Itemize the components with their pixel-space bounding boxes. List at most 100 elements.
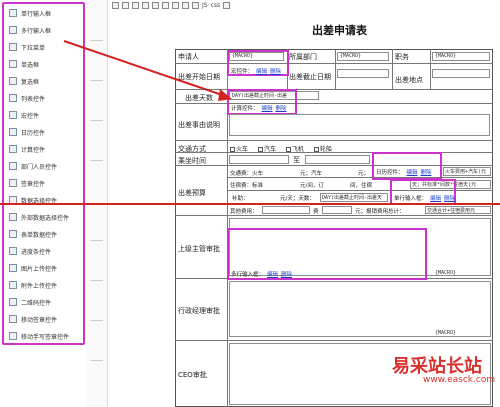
widget-item[interactable]: 表单数据控件 (9, 227, 83, 241)
bus-checkbox[interactable] (257, 147, 263, 152)
css-button[interactable]: css (211, 2, 221, 9)
list-icon (9, 94, 17, 102)
delete-link[interactable]: 删除 (276, 106, 287, 112)
special-char-icon[interactable] (182, 1, 189, 9)
reason-label: 出差事由说明 (178, 121, 220, 129)
department-field[interactable]: {MACRO} (337, 52, 389, 61)
ship-option: 轮船 (319, 146, 332, 153)
department-label: 所属部门 (289, 53, 317, 61)
fee-field[interactable] (322, 206, 352, 214)
mobile-handwrite-icon (9, 332, 17, 340)
widget-item[interactable]: 日历控件 (9, 125, 83, 139)
lodging-unit-1: 元/间，订 (300, 183, 324, 189)
widget-label: 二维码控件 (21, 299, 52, 307)
reason-field[interactable] (229, 114, 490, 136)
departure-end-field[interactable] (305, 155, 370, 164)
single-input-label: 单行输入框： (394, 196, 428, 202)
end-date-label: 出差截止日期 (289, 73, 331, 81)
widget-label: 单选框 (21, 61, 40, 69)
align-icon[interactable] (112, 1, 119, 9)
widget-item[interactable]: 外部数据选择控件 (9, 210, 83, 224)
column-divider (335, 49, 336, 89)
fee-label: 费 (313, 209, 319, 215)
department-icon (9, 162, 17, 170)
delete-link[interactable]: 删除 (281, 272, 292, 278)
widget-item[interactable]: 部门人员控件 (9, 159, 83, 173)
plane-checkbox[interactable] (285, 147, 291, 152)
form-title: 出差申请表 (312, 24, 367, 37)
row-divider (175, 140, 493, 141)
bus-option: 汽车 (263, 146, 276, 153)
image-upload-icon (9, 264, 17, 272)
budget-label: 出差预算 (178, 189, 206, 197)
location-field[interactable] (432, 69, 490, 78)
row-divider (175, 215, 493, 216)
multi-input-label: 多行输入框： (231, 272, 265, 278)
widget-label: 宏控件 (21, 112, 40, 120)
calendar-control-tag: 日历控件： 编辑 删除 (376, 168, 432, 176)
ship-checkbox[interactable] (313, 147, 319, 152)
qrcode-icon (9, 298, 17, 306)
delete-link[interactable]: 删除 (444, 196, 455, 202)
widget-item[interactable]: 移动手写签章控件 (9, 329, 83, 343)
column-divider (430, 49, 431, 89)
edit-link[interactable]: 编辑 (430, 196, 441, 202)
train-checkbox[interactable] (230, 147, 235, 152)
total-field[interactable]: 交通合计+住宿费用元 (425, 206, 491, 214)
end-date-field[interactable] (337, 69, 389, 78)
other-fee-field[interactable] (262, 206, 310, 214)
lodging-label: 住宿费：标准 (230, 183, 264, 189)
delete-link[interactable]: 删除 (270, 69, 281, 75)
other-fee-label: 其他费用： (230, 209, 258, 215)
supervisor-macro: {MACRO} (435, 270, 457, 276)
widget-item[interactable]: 移动签章控件 (9, 312, 83, 326)
lodging-unit-2: 间，住宿 (350, 183, 373, 189)
widget-label: 单行输入框 (21, 10, 52, 18)
smiley-icon[interactable] (172, 1, 179, 9)
widget-item[interactable]: 附件上传控件 (9, 278, 83, 292)
edit-link[interactable]: 编辑 (256, 69, 267, 75)
preview-icon[interactable] (223, 1, 231, 9)
widget-label: 计算控件 (21, 146, 46, 154)
list-icon[interactable] (122, 1, 129, 9)
widget-item[interactable]: 单行输入框 (9, 6, 83, 20)
widget-item[interactable]: 图片上传控件 (9, 261, 83, 275)
transport-options: 火车 汽车 飞机 轮船 (230, 144, 332, 153)
table-icon[interactable] (132, 1, 139, 9)
source-icon[interactable] (192, 1, 199, 9)
location-label: 出差地点 (395, 76, 423, 84)
widget-item[interactable]: 二维码控件 (9, 295, 83, 309)
arrow-shaft (63, 40, 229, 98)
hr-icon[interactable] (162, 1, 169, 9)
widget-label: 移动签章控件 (21, 316, 58, 324)
train-bus-total[interactable]: 火车费用+汽车(元 (443, 167, 491, 176)
mobile-seal-icon (9, 315, 17, 323)
macro-icon (9, 111, 17, 119)
widget-label: 签章控件 (21, 180, 46, 188)
widget-item[interactable]: 计算控件 (9, 142, 83, 156)
widget-label: 日历控件 (21, 129, 46, 137)
image-icon[interactable] (142, 1, 149, 9)
admin-manager-field[interactable] (229, 281, 491, 337)
delete-link[interactable]: 删除 (421, 170, 432, 176)
widget-label: 表单数据控件 (21, 231, 58, 239)
edit-link[interactable]: 编辑 (407, 170, 418, 176)
edit-link[interactable]: 编辑 (267, 272, 278, 278)
js-button[interactable]: JS (202, 2, 208, 9)
traffic-unit-1: 元；汽车 (300, 171, 323, 177)
to-label: 至 (293, 156, 300, 164)
widget-item[interactable]: 签章控件 (9, 176, 83, 190)
widget-item[interactable]: 进度条控件 (9, 244, 83, 258)
subsidy-days-field[interactable]: DAY(出差截止时间-出差天 (320, 193, 388, 202)
widget-label: 移动手写签章控件 (21, 333, 70, 341)
row-divider (175, 340, 493, 341)
widget-label: 外部数据选择控件 (21, 214, 70, 222)
widget-label: 进度条控件 (21, 248, 52, 256)
departure-start-field[interactable] (229, 155, 289, 164)
position-field[interactable]: {MACRO} (432, 52, 490, 61)
traffic-fee-label: 交通费：火车 (230, 171, 264, 177)
gutter-mark (91, 360, 103, 361)
link-icon[interactable] (152, 1, 159, 9)
subsidy-label: 补助： (232, 196, 249, 202)
edit-link[interactable]: 编辑 (262, 106, 273, 112)
